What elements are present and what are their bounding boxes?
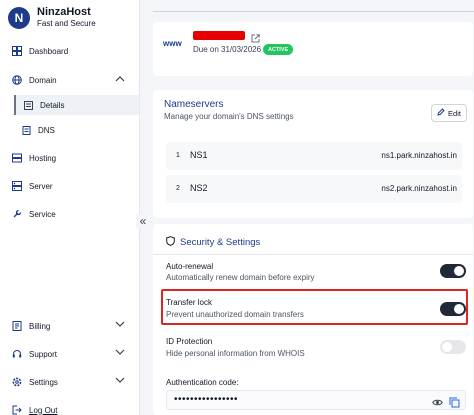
top-divider: [153, 11, 474, 12]
globe-icon: [12, 75, 22, 85]
toggle-knob: [454, 304, 464, 314]
toggle-knob: [442, 342, 452, 352]
copy-icon[interactable]: [449, 395, 460, 408]
domain-card: www Due on 31/03/2026 ACTIVE: [153, 22, 473, 76]
sidebar-item-label: Dashboard: [29, 46, 69, 56]
sidebar-subitem-dns[interactable]: DNS: [14, 120, 139, 140]
service-icon: [12, 209, 22, 219]
settings-icon: [12, 377, 22, 387]
nameserver-label: NS1: [190, 150, 208, 160]
brand[interactable]: N NinzaHost Fast and Secure: [8, 6, 96, 29]
dashboard-icon: [12, 46, 22, 56]
sidebar-item-service[interactable]: Service: [0, 203, 139, 225]
sidebar-item-hosting[interactable]: Hosting: [0, 147, 139, 169]
sidebar-item-label: Server: [29, 181, 53, 191]
sidebar-item-label: Support: [29, 349, 58, 359]
auth-code-masked: ••••••••••••••••: [174, 394, 239, 405]
sidebar-item-server[interactable]: Server: [0, 175, 139, 197]
eye-icon[interactable]: [432, 395, 443, 406]
auth-code-label: Authentication code:: [166, 378, 239, 387]
edit-label: Edit: [448, 108, 461, 118]
shield-icon: [166, 236, 175, 249]
security-title: Security & Settings: [166, 236, 260, 249]
id-protection-toggle[interactable]: [440, 340, 466, 354]
chevron-down-icon[interactable]: [115, 349, 125, 358]
chevron-down-icon[interactable]: [115, 377, 125, 386]
sidebar-subitem-label: DNS: [38, 125, 55, 135]
dns-icon: [22, 125, 31, 135]
brand-name: NinzaHost: [37, 6, 91, 18]
edit-nameservers-button[interactable]: Edit: [431, 104, 467, 122]
sidebar-item-label: Service: [29, 209, 56, 219]
sidebar-item-dashboard[interactable]: Dashboard: [0, 40, 139, 62]
transfer-lock-label: Transfer lock: [166, 298, 212, 307]
nameserver-row: 2 NS2 ns2.park.ninzahost.in: [166, 175, 462, 203]
brand-tagline: Fast and Secure: [37, 19, 96, 28]
sidebar-subitem-details[interactable]: Details: [14, 95, 139, 115]
details-icon: [24, 100, 33, 110]
sidebar-item-settings[interactable]: Settings: [0, 371, 139, 393]
sidebar-item-label: Settings: [29, 377, 58, 387]
due-date: Due on 31/03/2026: [193, 45, 262, 54]
sidebar: N NinzaHost Fast and Secure Dashboard Do…: [0, 0, 140, 415]
external-link-icon[interactable]: [251, 30, 260, 43]
transfer-lock-toggle[interactable]: [440, 302, 466, 316]
toggle-knob: [454, 266, 464, 276]
sidebar-subitem-label: Details: [40, 100, 65, 110]
nameserver-value: ns2.park.ninzahost.in: [381, 184, 457, 193]
nameservers-subtitle: Manage your domain's DNS settings: [164, 112, 294, 121]
edit-icon: [437, 108, 445, 118]
auto-renewal-description: Automatically renew domain before expiry: [166, 273, 315, 282]
sidebar-item-label: Domain: [29, 75, 57, 85]
auto-renewal-label: Auto-renewal: [166, 262, 214, 271]
logout-icon: [12, 405, 22, 415]
sidebar-collapse-button[interactable]: «: [136, 214, 150, 228]
security-title-text: Security & Settings: [180, 237, 261, 248]
support-icon: [12, 349, 22, 359]
security-card: Security & Settings Auto-renewal Automat…: [153, 224, 473, 415]
sidebar-item-label: Hosting: [29, 153, 57, 163]
nameserver-row: 1 NS1 ns1.park.ninzahost.in: [166, 142, 462, 170]
id-protection-description: Hide personal information from WHOIS: [166, 349, 305, 358]
auto-renewal-toggle[interactable]: [440, 264, 466, 278]
sidebar-item-label: Log Out: [29, 405, 58, 415]
id-protection-label: ID Protection: [166, 337, 213, 346]
divider: [153, 254, 473, 255]
brand-logo: N: [8, 6, 30, 29]
nameservers-card: Nameservers Manage your domain's DNS set…: [153, 90, 473, 218]
nameservers-title: Nameservers: [164, 99, 224, 110]
billing-icon: [12, 321, 22, 331]
sidebar-item-billing[interactable]: Billing: [0, 315, 139, 337]
hosting-icon: [12, 153, 22, 163]
status-badge: ACTIVE: [263, 44, 294, 55]
chevron-down-icon[interactable]: [115, 321, 125, 330]
domain-prefix: www: [163, 39, 182, 48]
transfer-lock-highlight: [161, 289, 468, 325]
sidebar-item-logout[interactable]: Log Out: [0, 399, 139, 415]
nameserver-label: NS2: [190, 183, 208, 193]
nameserver-number: 1: [176, 152, 180, 159]
server-icon: [12, 181, 22, 191]
nameserver-number: 2: [176, 185, 180, 192]
chevron-up-icon[interactable]: [115, 75, 125, 84]
sidebar-item-domain[interactable]: Domain: [0, 69, 139, 91]
domain-name-redacted: [193, 31, 245, 40]
auth-code-field[interactable]: ••••••••••••••••: [166, 390, 466, 410]
sidebar-item-label: Billing: [29, 321, 51, 331]
sidebar-item-support[interactable]: Support: [0, 343, 139, 365]
nameserver-value: ns1.park.ninzahost.in: [381, 151, 457, 160]
transfer-lock-description: Prevent unauthorized domain transfers: [166, 310, 304, 319]
